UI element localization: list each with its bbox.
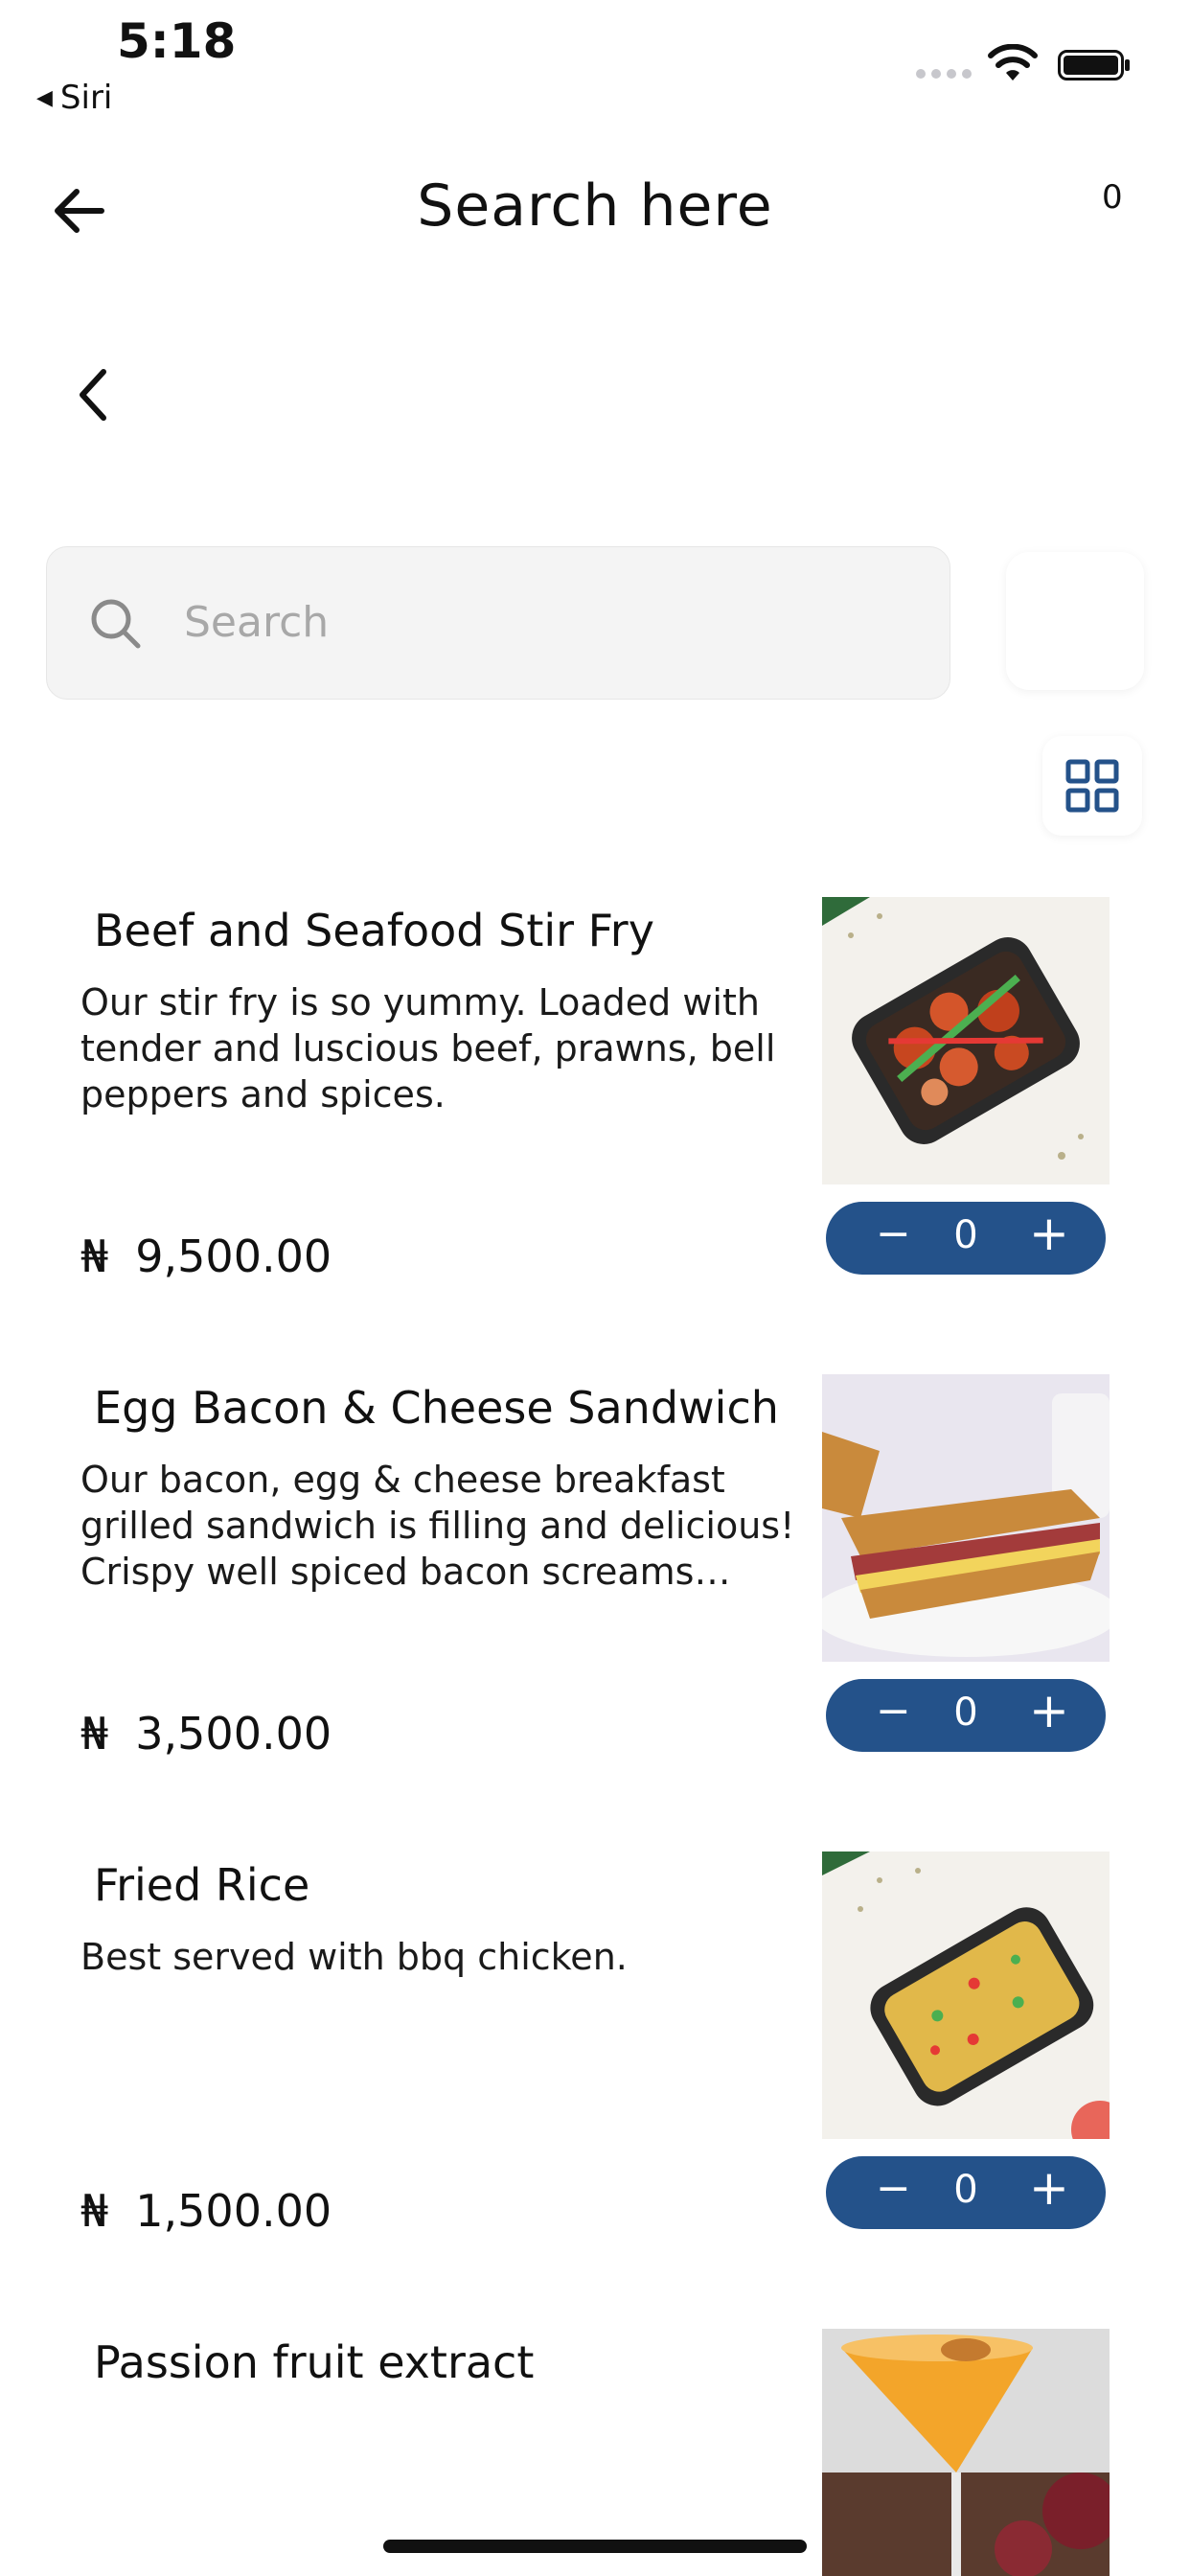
search-icon [91, 599, 141, 649]
product-description: Best served with bbq chicken. [80, 1936, 628, 1978]
product-name: Passion fruit extract [94, 2336, 535, 2388]
increase-button[interactable]: + [1029, 1683, 1069, 1738]
search-placeholder: Search [184, 598, 330, 647]
product-card[interactable]: Fried Rice Best served with bbq chicken.… [0, 1852, 1190, 2319]
cellular-signal-icon [916, 69, 972, 79]
quantity-stepper[interactable]: − 0 + [826, 1202, 1106, 1275]
chevron-left-icon[interactable] [73, 366, 115, 424]
battery-icon [1058, 50, 1130, 80]
back-triangle-icon: ◀ [36, 85, 53, 110]
page-title: Search here [417, 172, 773, 240]
product-description: Our bacon, egg & cheese breakfast grille… [80, 1459, 795, 1593]
product-price: ₦ 1,500.00 [80, 2185, 332, 2237]
product-description: Our stir fry is so yummy. Loaded with te… [80, 981, 776, 1116]
grid-view-button[interactable] [1042, 736, 1142, 836]
home-indicator[interactable] [383, 2540, 807, 2553]
cart-count-badge[interactable]: 0 [1102, 178, 1123, 217]
increase-button[interactable]: + [1029, 1206, 1069, 1261]
status-time: 5:18 [117, 13, 237, 69]
product-name: Egg Bacon & Cheese Sandwich [94, 1382, 779, 1434]
increase-button[interactable]: + [1029, 2160, 1069, 2216]
filter-button[interactable] [1006, 552, 1144, 690]
wifi-icon [988, 44, 1038, 80]
product-price: ₦ 3,500.00 [80, 1708, 332, 1760]
grid-view-icon [1065, 759, 1119, 813]
product-image-passion-fruit [822, 2329, 1110, 2576]
product-image-sandwich [822, 1374, 1110, 1662]
back-to-app-link[interactable]: ◀ Siri [36, 79, 112, 117]
back-app-label: Siri [59, 79, 113, 117]
product-price: ₦ 9,500.00 [80, 1230, 332, 1282]
search-input[interactable] [46, 546, 950, 700]
quantity-stepper[interactable]: − 0 + [826, 1679, 1106, 1752]
product-card[interactable]: Egg Bacon & Cheese Sandwich Our bacon, e… [0, 1374, 1190, 1842]
product-image-fried-rice [822, 1852, 1110, 2139]
quantity-stepper[interactable]: − 0 + [826, 2156, 1106, 2229]
product-name: Fried Rice [94, 1859, 310, 1911]
product-card[interactable]: Beef and Seafood Stir Fry Our stir fry i… [0, 897, 1190, 1365]
product-image-stir-fry [822, 897, 1110, 1184]
product-name: Beef and Seafood Stir Fry [94, 905, 654, 956]
